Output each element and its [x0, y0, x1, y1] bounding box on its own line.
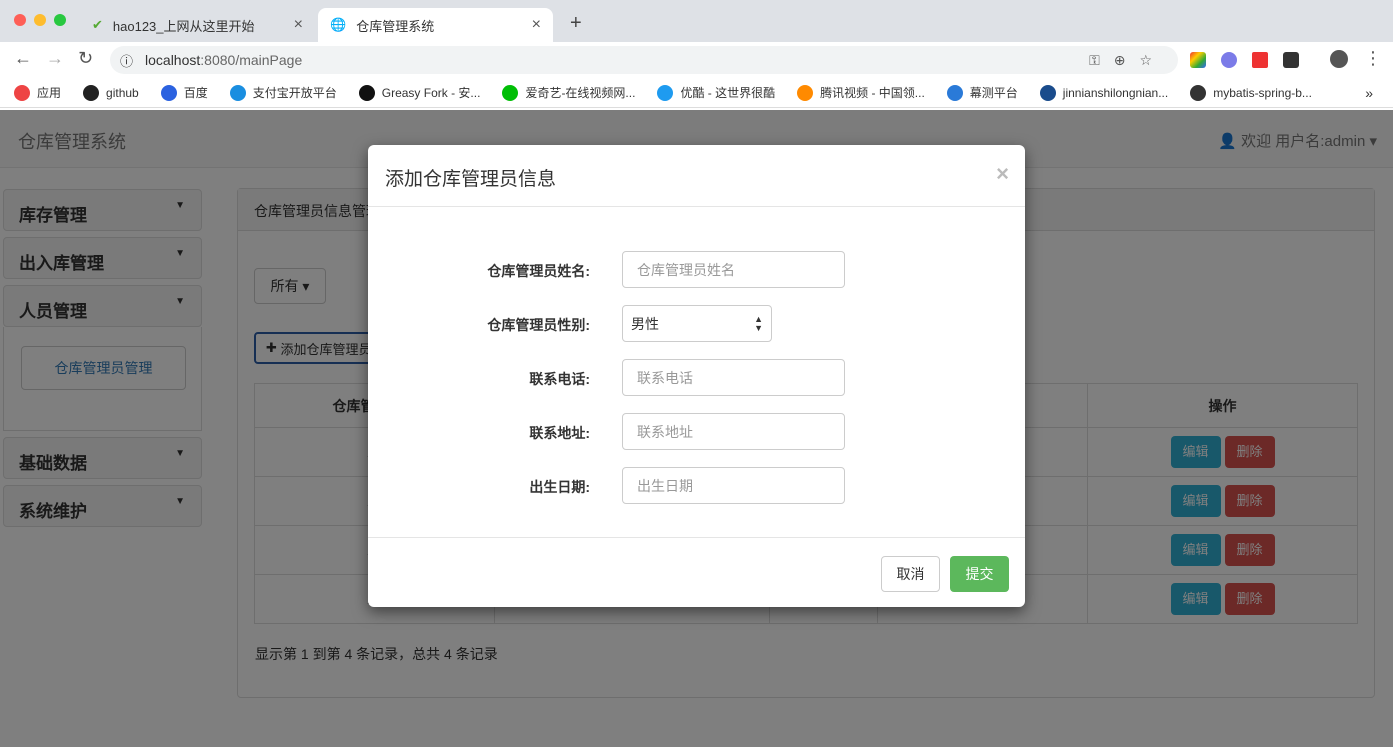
- maximize-window-button[interactable]: [54, 14, 66, 26]
- gender-select[interactable]: 男性 ▲ ▼: [622, 305, 772, 342]
- bookmark-icon: [1190, 84, 1207, 101]
- tab-warehouse[interactable]: 🌐 仓库管理系统 ×: [318, 8, 553, 42]
- name-input[interactable]: [622, 251, 845, 288]
- bookmark-icon: [502, 84, 519, 101]
- extension-icon[interactable]: [1221, 52, 1237, 68]
- birthdate-input[interactable]: [622, 467, 845, 504]
- bookmark-item[interactable]: 优酷 - 这世界很酷: [657, 84, 775, 101]
- bookmark-item[interactable]: 百度: [160, 84, 208, 101]
- bookmark-item[interactable]: Greasy Fork - 安...: [358, 84, 480, 101]
- bookmark-icon: [797, 84, 814, 101]
- phone-input[interactable]: [622, 359, 845, 396]
- bookmark-icon: [229, 84, 246, 101]
- hao123-icon: ✔: [92, 17, 103, 32]
- submit-button[interactable]: 提交: [950, 556, 1009, 592]
- birthdate-label: 出生日期:: [529, 479, 590, 495]
- bookmark-item[interactable]: 爱奇艺-在线视频网...: [502, 84, 635, 101]
- new-tab-button[interactable]: +: [570, 12, 582, 35]
- globe-icon: 🌐: [330, 17, 347, 32]
- back-icon[interactable]: ←: [14, 48, 32, 69]
- tab-bar: ✔ hao123_上网从这里开始 × 🌐 仓库管理系统 × +: [0, 0, 1393, 42]
- add-admin-modal: 添加仓库管理员信息 × 仓库管理员姓名: 仓库管理员性别: 男性▲▼ 联系电话:…: [368, 145, 1025, 607]
- bookmark-item[interactable]: mybatis-spring-b...: [1190, 84, 1312, 101]
- bookmark-icon: [160, 84, 177, 101]
- bookmark-item[interactable]: 幕测平台: [946, 84, 1018, 101]
- bookmark-item[interactable]: 支付宝开放平台: [229, 84, 337, 101]
- bookmark-icon: [946, 84, 963, 101]
- bookmarks-bar: 应用 github 百度 支付宝开放平台 Greasy Fork - 安... 爱奇艺-在…: [0, 78, 1393, 108]
- address-input[interactable]: [622, 413, 845, 450]
- extension-icon[interactable]: [1283, 52, 1299, 68]
- extension-icon[interactable]: [1190, 52, 1206, 68]
- address-label: 联系地址:: [529, 425, 590, 441]
- tab-hao123[interactable]: ✔ hao123_上网从这里开始 ×: [80, 8, 315, 42]
- bookmark-item[interactable]: 腾讯视频 - 中国领...: [797, 84, 925, 101]
- select-arrows-icon: ▲ ▼: [754, 313, 763, 333]
- bookmark-icon: [358, 84, 375, 101]
- close-icon[interactable]: ×: [996, 161, 1009, 187]
- more-bookmarks-button[interactable]: »: [1365, 85, 1373, 101]
- profile-icon[interactable]: [1330, 50, 1348, 68]
- cancel-button[interactable]: 取消: [881, 556, 940, 592]
- modal-title: 添加仓库管理员信息: [385, 169, 557, 190]
- modal-footer: 取消 提交: [368, 537, 1025, 607]
- info-icon: ⓘ: [120, 53, 134, 69]
- close-tab-icon[interactable]: ×: [294, 16, 303, 34]
- menu-icon[interactable]: ⋮: [1364, 48, 1382, 69]
- phone-label: 联系电话:: [529, 371, 590, 387]
- bookmark-icon: [657, 84, 674, 101]
- gender-label: 仓库管理员性别:: [487, 317, 590, 333]
- address-bar[interactable]: ⓘ localhost:8080/mainPage ⚿⊕☆: [110, 46, 1178, 74]
- bookmark-item[interactable]: jinnianshilongnian...: [1039, 84, 1168, 101]
- forward-icon[interactable]: →: [46, 48, 64, 69]
- extension-icon[interactable]: [1252, 52, 1268, 68]
- minimize-window-button[interactable]: [34, 14, 46, 26]
- close-tab-icon[interactable]: ×: [532, 16, 541, 34]
- bookmark-item[interactable]: github: [83, 84, 139, 101]
- bookmark-icon: [1039, 84, 1056, 101]
- reload-icon[interactable]: ↻: [78, 48, 93, 69]
- bookmark-icon: [14, 84, 30, 101]
- bookmark-icon: [83, 84, 100, 101]
- name-label: 仓库管理员姓名:: [487, 263, 590, 279]
- bookmark-item[interactable]: 应用: [14, 84, 61, 101]
- close-window-button[interactable]: [14, 14, 26, 26]
- key-zoom-star-icons[interactable]: ⚿⊕☆: [1089, 52, 1166, 69]
- modal-header: 添加仓库管理员信息 ×: [368, 145, 1025, 207]
